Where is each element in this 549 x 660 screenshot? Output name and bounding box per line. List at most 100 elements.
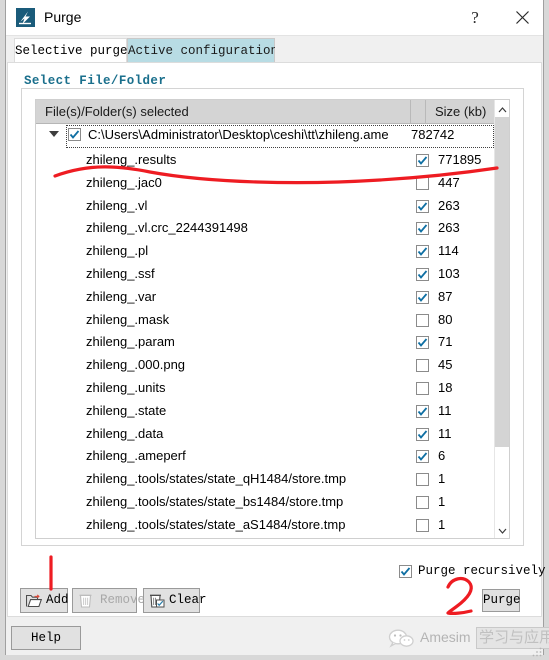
- table-row[interactable]: zhileng_.param 71: [36, 331, 494, 354]
- help-icon[interactable]: ?: [458, 4, 492, 32]
- file-name-label: zhileng_.pl: [86, 243, 149, 259]
- scroll-down-icon[interactable]: [495, 521, 509, 538]
- checkbox-file[interactable]: [416, 473, 429, 487]
- file-name-label: zhileng_.mask: [86, 311, 170, 327]
- file-name-label: zhileng_.tools/states/state_aS1484/store…: [86, 516, 346, 532]
- table-row[interactable]: zhileng_.tools/states/state_bs1484/store…: [36, 491, 494, 514]
- open-folder-icon: [25, 593, 43, 612]
- table-row[interactable]: zhileng_.pl 114: [36, 240, 494, 263]
- checkbox-file[interactable]: [416, 336, 429, 350]
- table-row[interactable]: zhileng_.results 771895: [36, 149, 494, 172]
- file-size-value: 1: [438, 494, 446, 509]
- app-purge-icon: [16, 8, 35, 27]
- file-name-label: zhileng_.data: [86, 425, 164, 441]
- checkbox-file[interactable]: [416, 176, 429, 190]
- file-size-value: 771895: [438, 152, 482, 167]
- window-border-bottom: [0, 655, 549, 660]
- file-name-label: zhileng_.ssf: [86, 266, 155, 281]
- file-name-label: zhileng_.tools/states/state_bs1484/store…: [86, 494, 344, 509]
- tab-selective-purge[interactable]: Selective purge: [14, 38, 128, 63]
- scroll-up-icon[interactable]: [495, 100, 509, 117]
- checkbox-file[interactable]: [416, 450, 429, 464]
- file-tree-header: File(s)/Folder(s) selected Size (kb): [36, 100, 494, 124]
- checkbox-file[interactable]: [416, 404, 429, 418]
- group-title-select-file-folder: Select File/Folder: [24, 74, 167, 88]
- trash-clear-icon: [149, 593, 165, 612]
- file-size-value: 87: [438, 288, 453, 304]
- table-row[interactable]: zhileng_.vl 263: [36, 195, 494, 218]
- file-name-label: zhileng_.ameperf: [86, 448, 186, 464]
- root-size-value: 782742: [411, 127, 455, 142]
- remove-button[interactable]: Remove: [72, 588, 145, 613]
- scrollbar-thumb[interactable]: [495, 117, 509, 447]
- table-row[interactable]: zhileng_.ssf 103: [36, 263, 494, 286]
- checkbox-purge-recursively[interactable]: [399, 565, 412, 578]
- table-row[interactable]: zhileng_.tools/states/state_qH1484/store…: [36, 468, 494, 491]
- watermark: Amesim 学习与应用: [388, 626, 549, 654]
- checkbox-root[interactable]: [68, 128, 81, 141]
- checkbox-file[interactable]: [416, 199, 429, 213]
- close-icon[interactable]: [502, 4, 542, 32]
- expand-collapse-icon[interactable]: [49, 131, 59, 137]
- file-tree[interactable]: File(s)/Folder(s) selected Size (kb) C:\…: [35, 99, 510, 539]
- table-row[interactable]: zhileng_.tools/states/state_aS1484/store…: [36, 514, 494, 537]
- purge-dialog-window: Purge ? Selective purge Active configura…: [0, 0, 549, 660]
- file-size-value: 263: [438, 220, 460, 236]
- label-purge-recursively[interactable]: Purge recursively: [418, 562, 546, 581]
- help-button[interactable]: Help: [11, 626, 81, 650]
- checkbox-file[interactable]: [416, 245, 429, 259]
- file-size-value: 114: [438, 243, 459, 259]
- table-row[interactable]: zhileng_.ameperf 6: [36, 445, 494, 468]
- file-size-value: 18: [438, 380, 453, 395]
- checkbox-file[interactable]: [416, 496, 429, 509]
- column-header-spacer: [411, 100, 426, 123]
- tab-strip-filler: [275, 38, 542, 63]
- checkbox-file[interactable]: [416, 382, 429, 395]
- file-size-value: 1: [438, 516, 446, 532]
- table-row[interactable]: zhileng_.state 11: [36, 400, 494, 423]
- clear-button-label: Clear: [169, 593, 207, 607]
- table-row[interactable]: zhileng_.000.png 45: [36, 354, 494, 377]
- checkbox-file[interactable]: [416, 359, 429, 373]
- table-row[interactable]: zhileng_.mask 80: [36, 309, 494, 332]
- checkbox-file[interactable]: [416, 268, 429, 281]
- tree-vertical-scrollbar[interactable]: [494, 100, 509, 538]
- file-size-value: 11: [438, 425, 452, 441]
- file-name-label: zhileng_.var: [86, 288, 157, 304]
- wechat-icon: [388, 629, 414, 654]
- file-size-value: 71: [438, 334, 453, 350]
- add-button-label: Add: [46, 593, 69, 607]
- add-button[interactable]: Add: [20, 588, 69, 613]
- file-size-value: 103: [438, 266, 460, 281]
- table-row[interactable]: zhileng_.vl.crc_2244391498 263: [36, 217, 494, 240]
- file-name-label: zhileng_.state: [86, 402, 167, 418]
- file-name-label: zhileng_.tools/states/state_qH1484/store…: [86, 471, 347, 487]
- file-name-label: zhileng_.000.png: [86, 357, 186, 373]
- clear-button[interactable]: Clear: [143, 588, 207, 613]
- purge-button[interactable]: Purge: [482, 589, 521, 612]
- file-name-label: zhileng_.param: [86, 334, 175, 350]
- checkbox-file[interactable]: [416, 154, 429, 167]
- tab-strip: Selective purge Active configuration: [7, 36, 542, 63]
- resize-grip[interactable]: [532, 644, 542, 657]
- file-tree-body: C:\Users\Administrator\Desktop\ceshi\tt\…: [36, 124, 494, 538]
- table-row[interactable]: zhileng_.var 87: [36, 286, 494, 309]
- table-row[interactable]: zhileng_.units 18: [36, 377, 494, 400]
- table-row[interactable]: zhileng_.data 11: [36, 423, 494, 446]
- checkbox-file[interactable]: [416, 313, 429, 327]
- tab-active-configuration[interactable]: Active configuration: [127, 38, 278, 63]
- file-size-value: 1: [438, 471, 446, 487]
- checkbox-file[interactable]: [416, 427, 429, 441]
- file-size-value: 80: [438, 311, 453, 327]
- column-header-files[interactable]: File(s)/Folder(s) selected: [36, 100, 411, 123]
- file-size-value: 263: [438, 197, 460, 213]
- column-header-size[interactable]: Size (kb): [426, 100, 494, 123]
- title-bar: Purge ?: [6, 0, 543, 35]
- table-row[interactable]: zhileng_.jac0 447: [36, 172, 494, 195]
- checkbox-file[interactable]: [416, 290, 429, 304]
- window-title: Purge: [44, 9, 82, 25]
- watermark-brand: Amesim: [420, 629, 471, 645]
- file-name-label: zhileng_.vl: [86, 197, 148, 213]
- checkbox-file[interactable]: [416, 518, 429, 532]
- checkbox-file[interactable]: [416, 222, 429, 236]
